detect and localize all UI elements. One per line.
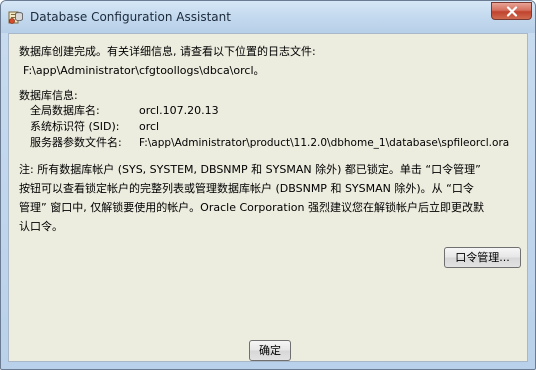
- close-icon: [506, 6, 518, 17]
- note-line-2: 按钮可以查看锁定帐户的完整列表或管理数据库帐户 (DBSNMP 和 SYSMAN…: [19, 182, 474, 195]
- global-db-name-label: 全局数据库名:: [30, 104, 100, 117]
- dialog-content: 数据库创建完成。有关详细信息, 请查看以下位置的日志文件: F:\app\Adm…: [8, 33, 528, 362]
- window-title: Database Configuration Assistant: [30, 10, 231, 24]
- spfile-label: 服务器参数文件名:: [30, 136, 122, 149]
- dialog-window: Database Configuration Assistant 数据库创建完成…: [0, 0, 536, 370]
- password-management-button[interactable]: 口令管理...: [444, 247, 521, 268]
- note-line-3: 管理” 窗口中, 仅解锁要使用的帐户。Oracle Corporation 强烈…: [19, 201, 484, 214]
- completion-message: 数据库创建完成。有关详细信息, 请查看以下位置的日志文件:: [19, 45, 316, 58]
- database-config-icon: [8, 9, 24, 25]
- ok-button[interactable]: 确定: [249, 340, 291, 361]
- note-line-1: 注: 所有数据库帐户 (SYS, SYSTEM, DBSNMP 和 SYSMAN…: [19, 163, 481, 176]
- global-db-name-value: orcl.107.20.13: [139, 104, 219, 117]
- log-path: F:\app\Administrator\cfgtoollogs\dbca\or…: [23, 64, 265, 77]
- sid-value: orcl: [139, 120, 160, 133]
- title-bar[interactable]: Database Configuration Assistant: [1, 1, 535, 33]
- note-line-4: 认口令。: [19, 220, 63, 233]
- database-info-header: 数据库信息:: [19, 89, 78, 102]
- close-button[interactable]: [491, 2, 532, 20]
- sid-label: 系统标识符 (SID):: [30, 120, 120, 133]
- spfile-value: F:\app\Administrator\product\11.2.0\dbho…: [139, 137, 510, 149]
